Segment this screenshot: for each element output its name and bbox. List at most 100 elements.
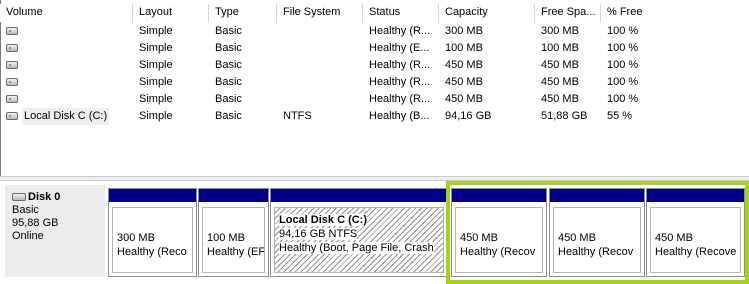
partition-color-bar bbox=[452, 189, 546, 202]
volume-percent-free: 100 % bbox=[607, 76, 639, 88]
volume-list[interactable]: Volume Layout Type File System Status Ca… bbox=[0, 0, 749, 176]
partition-color-bar bbox=[199, 189, 268, 202]
column-header-percent-free[interactable]: % Free bbox=[601, 4, 749, 22]
volume-file-system bbox=[277, 91, 363, 108]
disk-drive-icon bbox=[12, 193, 26, 201]
volume-type: Basic bbox=[215, 25, 242, 37]
volume-row[interactable]: Simple Basic Healthy (R... 450 MB 450 MB… bbox=[0, 74, 749, 91]
volume-percent-free: 100 % bbox=[607, 42, 639, 54]
partition-size: 450 MB bbox=[655, 232, 693, 244]
volume-capacity: 100 MB bbox=[445, 42, 483, 54]
partition-color-bar bbox=[550, 189, 644, 202]
volume-free-space: 300 MB bbox=[541, 25, 579, 37]
partition-size: 300 MB bbox=[117, 232, 155, 244]
drive-icon bbox=[6, 61, 18, 69]
partition-block[interactable]: 450 MB Healthy (Recov bbox=[451, 188, 547, 277]
volume-row[interactable]: Simple Basic Healthy (E... 100 MB 100 MB… bbox=[0, 40, 749, 57]
volume-capacity: 94,16 GB bbox=[445, 110, 492, 122]
partition-status: Healthy (Recov bbox=[558, 246, 634, 258]
volume-file-system: NTFS bbox=[283, 110, 312, 122]
volume-row[interactable]: Simple Basic Healthy (R... 450 MB 450 MB… bbox=[0, 57, 749, 74]
drive-icon bbox=[6, 44, 18, 52]
partition-size: 100 MB bbox=[207, 232, 245, 244]
volume-status: Healthy (E... bbox=[369, 42, 430, 54]
volume-type: Basic bbox=[215, 59, 242, 71]
volume-layout: Simple bbox=[139, 93, 173, 105]
partition-status: Healthy (Reco bbox=[117, 246, 187, 258]
volume-free-space: 450 MB bbox=[541, 93, 579, 105]
volume-row[interactable]: Simple Basic Healthy (R... 300 MB 300 MB… bbox=[0, 23, 749, 40]
volume-free-space: 100 MB bbox=[541, 42, 579, 54]
volume-capacity: 450 MB bbox=[445, 93, 483, 105]
volume-type: Basic bbox=[215, 93, 242, 105]
volume-name: Local Disk C (C:) bbox=[22, 108, 110, 125]
partition-body: 450 MB Healthy (Recov bbox=[455, 207, 543, 273]
volume-file-system bbox=[277, 74, 363, 91]
volume-free-space: 51,88 GB bbox=[541, 110, 588, 122]
column-header-free-space[interactable]: Free Spa... bbox=[535, 4, 601, 22]
partition-block[interactable]: 100 MB Healthy (EF bbox=[198, 188, 269, 277]
volume-name bbox=[22, 57, 26, 74]
disk-size: 95,88 GB bbox=[12, 217, 59, 229]
volume-layout: Simple bbox=[139, 59, 173, 71]
volume-percent-free: 100 % bbox=[607, 93, 639, 105]
column-header-layout[interactable]: Layout bbox=[133, 4, 209, 22]
volume-status: Healthy (R... bbox=[369, 76, 431, 88]
partition-block[interactable]: 450 MB Healthy (Recove bbox=[646, 188, 745, 277]
volume-file-system bbox=[277, 40, 363, 57]
partition-block-system[interactable]: Local Disk C (C:) 94,16 GB NTFS Healthy … bbox=[270, 188, 448, 277]
volume-file-system bbox=[277, 57, 363, 74]
column-header-volume[interactable]: Volume bbox=[0, 4, 133, 22]
column-header-file-system[interactable]: File System bbox=[277, 4, 363, 22]
volume-name bbox=[22, 23, 26, 40]
partition-size: 450 MB bbox=[558, 232, 596, 244]
partition-body: 300 MB Healthy (Reco bbox=[112, 207, 193, 273]
drive-icon bbox=[6, 27, 18, 35]
column-header-capacity[interactable]: Capacity bbox=[439, 4, 535, 22]
partition-color-bar bbox=[271, 189, 447, 202]
volume-name bbox=[22, 74, 26, 91]
partition-status: Healthy (Recov bbox=[460, 246, 536, 258]
volume-capacity: 300 MB bbox=[445, 25, 483, 37]
partition-size: 94,16 GB NTFS bbox=[279, 228, 358, 240]
partition-block[interactable]: 450 MB Healthy (Recov bbox=[549, 188, 645, 277]
volume-capacity: 450 MB bbox=[445, 59, 483, 71]
volume-percent-free: 100 % bbox=[607, 59, 639, 71]
disk-map: Disk 0 Basic 95,88 GB Online 300 MB Heal… bbox=[0, 181, 749, 284]
partition-status: Healthy (EF bbox=[207, 246, 265, 258]
partition-name: Local Disk C (C:) bbox=[279, 214, 368, 226]
drive-icon bbox=[6, 95, 18, 103]
volume-type: Basic bbox=[215, 110, 242, 122]
volume-free-space: 450 MB bbox=[541, 59, 579, 71]
drive-icon bbox=[6, 112, 18, 120]
partition-block[interactable]: 300 MB Healthy (Reco bbox=[108, 188, 197, 277]
volume-status: Healthy (R... bbox=[369, 25, 431, 37]
volume-status: Healthy (B... bbox=[369, 110, 430, 122]
partition-body: Local Disk C (C:) 94,16 GB NTFS Healthy … bbox=[274, 207, 444, 273]
column-header-type[interactable]: Type bbox=[209, 4, 277, 22]
volume-layout: Simple bbox=[139, 42, 173, 54]
disk-state: Online bbox=[12, 230, 44, 242]
disk-title: Disk 0 bbox=[28, 191, 61, 203]
partition-status: Healthy (Recove bbox=[655, 246, 737, 258]
volume-file-system bbox=[277, 23, 363, 40]
partition-body: 450 MB Healthy (Recov bbox=[553, 207, 641, 273]
volume-layout: Simple bbox=[139, 110, 173, 122]
disk-label[interactable]: Disk 0 Basic 95,88 GB Online bbox=[5, 185, 105, 277]
volume-type: Basic bbox=[215, 42, 242, 54]
volume-percent-free: 100 % bbox=[607, 25, 639, 37]
partition-color-bar bbox=[109, 189, 196, 202]
volume-type: Basic bbox=[215, 76, 242, 88]
volume-list-header: Volume Layout Type File System Status Ca… bbox=[0, 4, 749, 22]
disk-type: Basic bbox=[12, 204, 39, 216]
volume-capacity: 450 MB bbox=[445, 76, 483, 88]
volume-layout: Simple bbox=[139, 25, 173, 37]
volume-row[interactable]: Simple Basic Healthy (R... 450 MB 450 MB… bbox=[0, 91, 749, 108]
partition-body: 450 MB Healthy (Recove bbox=[650, 207, 741, 273]
volume-name bbox=[22, 40, 26, 57]
column-header-status[interactable]: Status bbox=[363, 4, 439, 22]
volume-free-space: 450 MB bbox=[541, 76, 579, 88]
partition-color-bar bbox=[647, 189, 744, 202]
volume-row[interactable]: Local Disk C (C:) Simple Basic NTFS Heal… bbox=[0, 108, 749, 125]
volume-layout: Simple bbox=[139, 76, 173, 88]
